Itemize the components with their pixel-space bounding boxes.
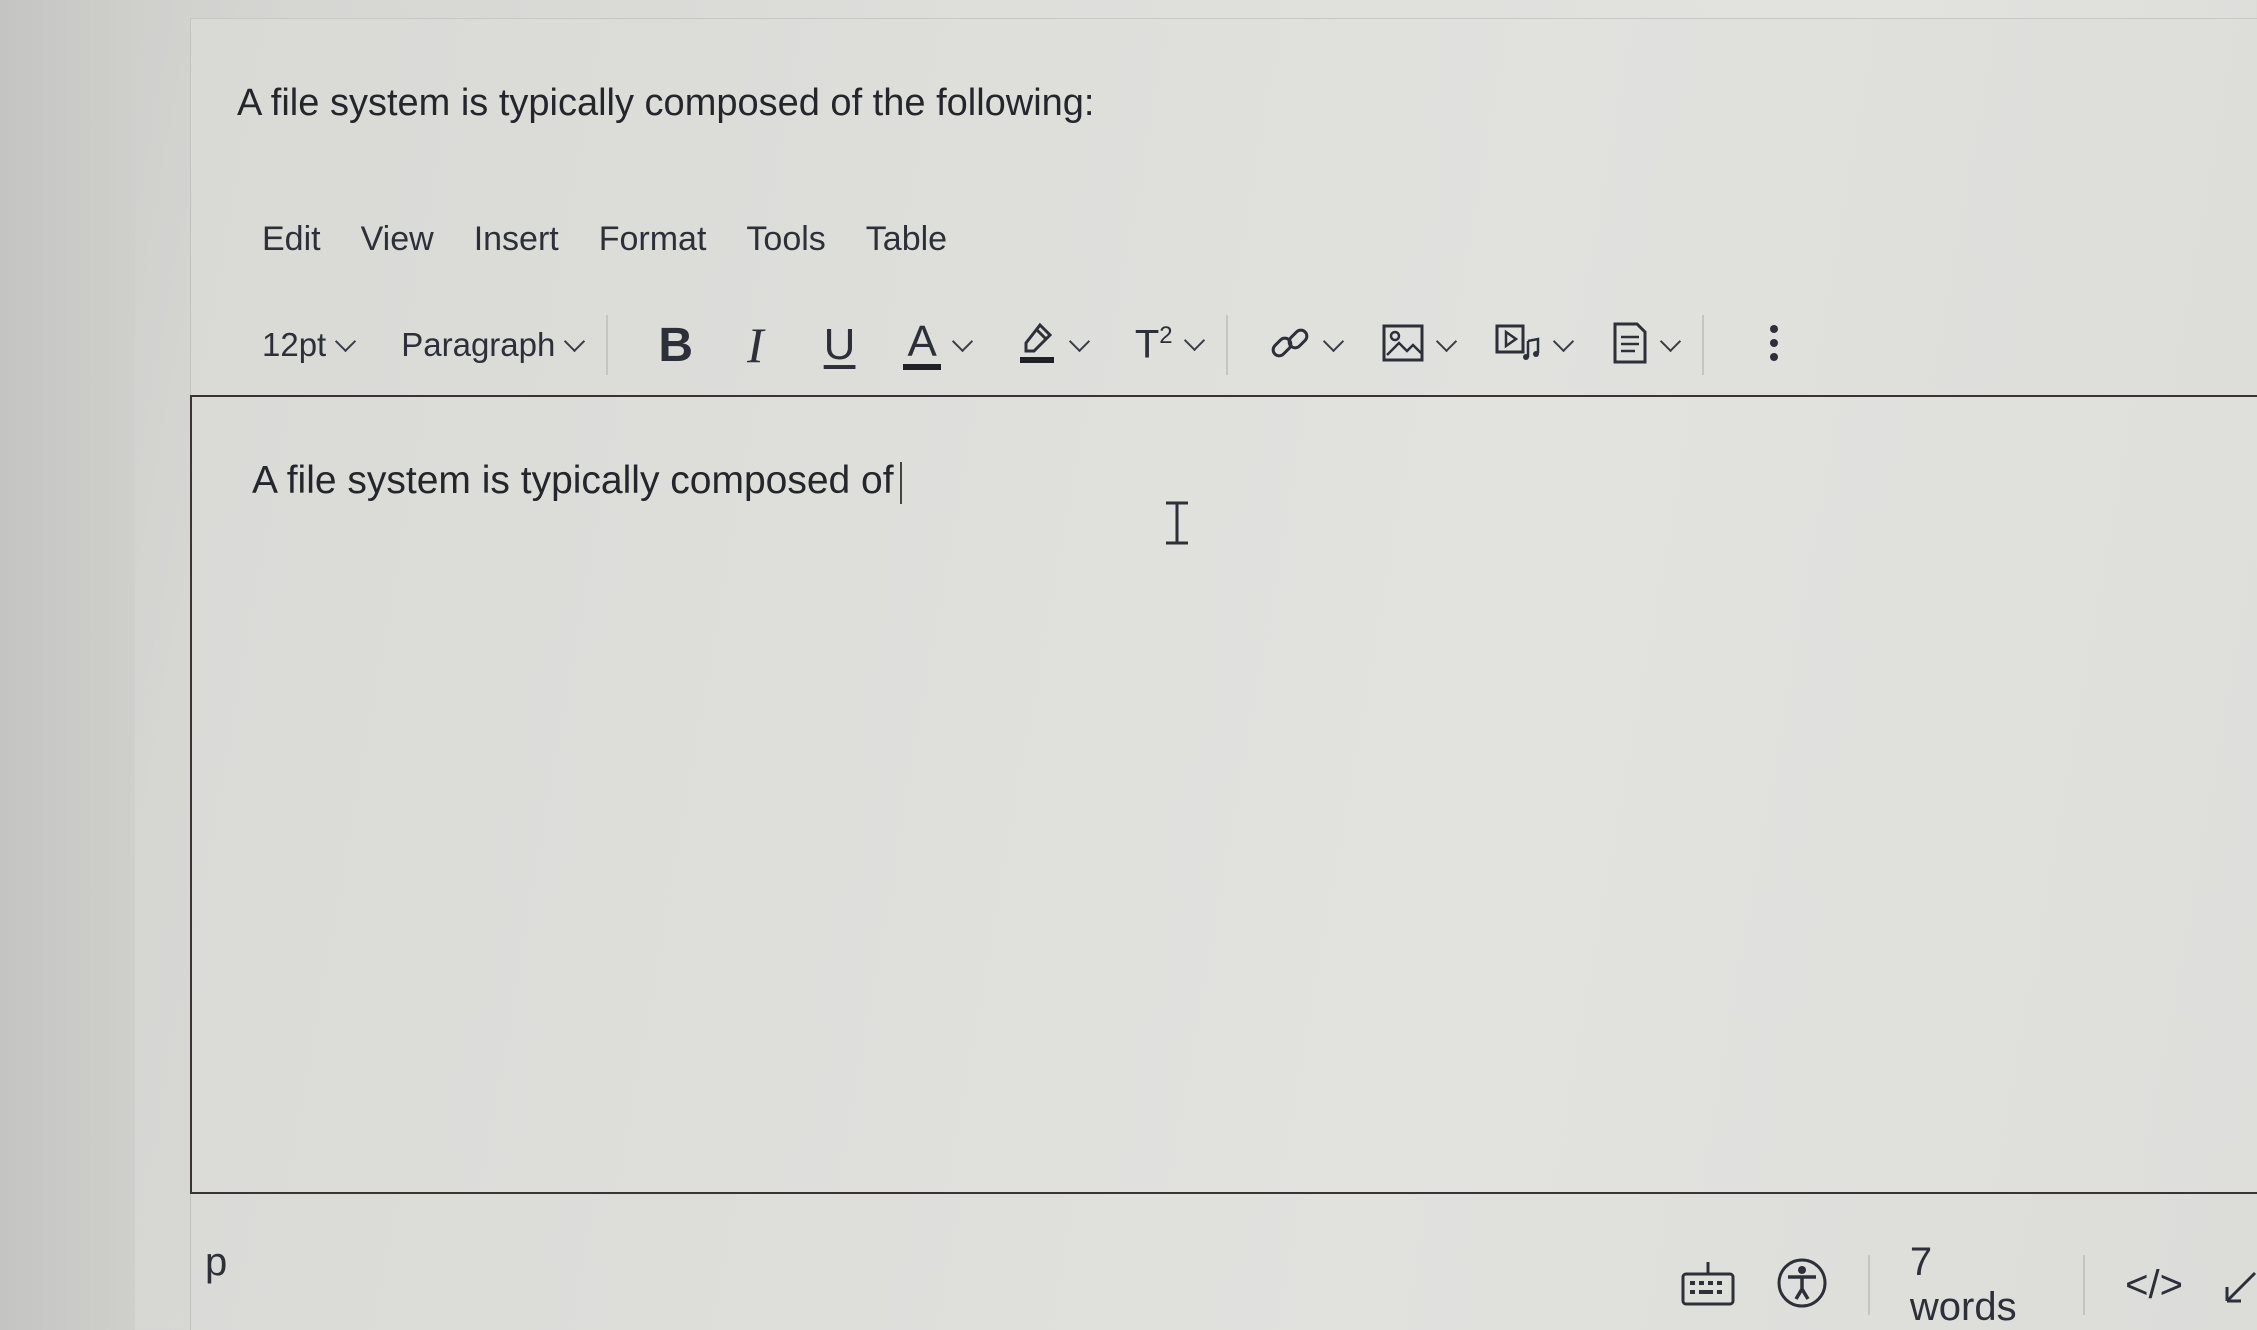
link-button[interactable] xyxy=(1268,321,1344,370)
toolbar-divider xyxy=(1701,315,1704,375)
status-right: 7 words </> xyxy=(1680,1240,2257,1330)
underline-button[interactable]: U xyxy=(824,320,856,370)
media-icon xyxy=(1494,323,1542,368)
editor-toolbar: 12pt Paragraph B I U A T2 xyxy=(262,305,2257,385)
editor-statusbar: p 7 words </> xyxy=(190,1240,2257,1329)
toolbar-divider xyxy=(1225,315,1228,375)
chevron-down-icon[interactable] xyxy=(951,330,973,352)
highlight-color-button[interactable] xyxy=(1018,321,1090,370)
html-editor-toggle[interactable]: </> xyxy=(2125,1263,2183,1308)
menu-edit[interactable]: Edit xyxy=(262,220,321,259)
accessibility-icon[interactable] xyxy=(1776,1257,1828,1314)
italic-button[interactable]: I xyxy=(747,316,764,374)
resize-handle-icon[interactable] xyxy=(2223,1261,2257,1310)
menu-insert[interactable]: Insert xyxy=(474,220,559,259)
ibeam-cursor-icon xyxy=(1162,500,1192,551)
text-caret xyxy=(899,461,902,504)
block-format-value: Paragraph xyxy=(401,326,556,363)
block-format-select[interactable]: Paragraph xyxy=(401,326,586,364)
highlighter-icon xyxy=(1018,321,1058,370)
text-color-button[interactable]: A xyxy=(903,320,973,370)
element-path[interactable]: p xyxy=(205,1240,227,1285)
link-icon xyxy=(1268,321,1312,370)
document-icon xyxy=(1611,321,1649,370)
more-vertical-icon xyxy=(1768,321,1780,370)
left-rail xyxy=(0,0,135,1330)
document-button[interactable] xyxy=(1611,321,1681,370)
text-color-icon: A xyxy=(903,320,941,370)
menu-table[interactable]: Table xyxy=(866,220,947,259)
chevron-down-icon xyxy=(564,330,586,352)
superscript-icon: T2 xyxy=(1134,322,1173,367)
font-size-select[interactable]: 12pt xyxy=(262,326,357,364)
rich-text-editor[interactable]: A file system is typically composed of xyxy=(190,395,2257,1194)
editor-content[interactable]: A file system is typically composed of xyxy=(252,459,902,504)
italic-icon: I xyxy=(747,317,764,373)
chevron-down-icon[interactable] xyxy=(1659,330,1681,352)
chevron-down-icon[interactable] xyxy=(1435,330,1457,352)
menu-format[interactable]: Format xyxy=(599,220,707,259)
status-divider xyxy=(1868,1255,1870,1315)
bold-icon: B xyxy=(658,318,694,372)
editor-menubar: Edit View Insert Format Tools Table xyxy=(262,220,947,259)
chevron-down-icon xyxy=(335,330,357,352)
superscript-button[interactable]: T2 xyxy=(1134,322,1205,367)
menu-tools[interactable]: Tools xyxy=(746,220,825,259)
image-icon xyxy=(1381,323,1425,368)
menu-view[interactable]: View xyxy=(361,220,434,259)
toolbar-divider xyxy=(606,315,609,375)
chevron-down-icon[interactable] xyxy=(1068,330,1090,352)
status-divider xyxy=(2083,1255,2086,1315)
question-text: A file system is typically composed of t… xyxy=(237,82,1095,124)
chevron-down-icon[interactable] xyxy=(1183,330,1205,352)
bold-button[interactable]: B xyxy=(658,318,693,373)
font-size-value: 12pt xyxy=(262,326,327,363)
keyboard-icon[interactable] xyxy=(1680,1260,1736,1311)
media-button[interactable] xyxy=(1494,323,1574,368)
image-button[interactable] xyxy=(1381,323,1457,368)
chevron-down-icon[interactable] xyxy=(1322,330,1344,352)
chevron-down-icon[interactable] xyxy=(1552,330,1574,352)
word-count[interactable]: 7 words xyxy=(1910,1240,2043,1330)
more-button[interactable] xyxy=(1768,321,1780,370)
underline-icon: U xyxy=(823,320,856,369)
